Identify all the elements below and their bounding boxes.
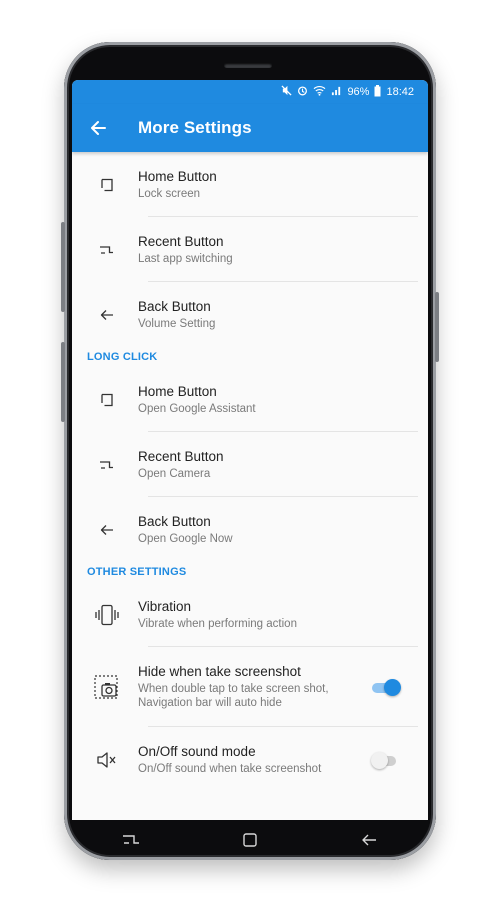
setting-title: Back Button	[138, 513, 211, 529]
phone-frame: 96% 18:42 More Settings Home Button Lock…	[61, 42, 439, 860]
recent-icon	[123, 835, 140, 844]
sound-mode-toggle[interactable]	[371, 751, 398, 769]
hide-screenshot-toggle[interactable]	[372, 679, 401, 696]
setting-subtitle: Vibrate when performing action	[138, 617, 297, 630]
setting-subtitle: On/Off sound when take screenshot	[138, 762, 322, 775]
nav-back-button[interactable]	[354, 825, 384, 855]
setting-long-home-button[interactable]: Home Button Open Google Assistant	[72, 367, 428, 432]
wifi-icon	[313, 85, 326, 99]
section-header-other-settings: OTHER SETTINGS	[87, 566, 187, 578]
back-arrow-icon	[76, 497, 138, 562]
section-header-long-click: LONG CLICK	[87, 351, 158, 363]
alarm-icon	[297, 85, 308, 99]
setting-title: Back Button	[138, 298, 211, 314]
back-arrow-button[interactable]	[88, 118, 108, 138]
setting-title: Home Button	[138, 383, 217, 399]
battery-icon	[374, 84, 381, 100]
home-square-icon	[76, 152, 138, 217]
screen: 96% 18:42 More Settings Home Button Lock…	[72, 80, 428, 820]
setting-long-recent-button[interactable]: Recent Button Open Camera	[72, 432, 428, 497]
recent-icon	[76, 217, 138, 282]
setting-title: Home Button	[138, 168, 217, 184]
navigation-bar	[72, 820, 428, 860]
clock: 18:42	[386, 86, 414, 98]
setting-sound-mode[interactable]: On/Off sound mode On/Off sound when take…	[72, 727, 428, 792]
volume-key	[61, 222, 65, 312]
settings-list: Home Button Lock screen Recent Button La…	[72, 152, 428, 792]
setting-subtitle: Open Camera	[138, 467, 211, 480]
signal-icon	[331, 85, 342, 99]
home-square-icon	[76, 367, 138, 432]
home-square-icon	[243, 833, 257, 847]
setting-subtitle: Volume Setting	[138, 317, 216, 330]
setting-subtitle: Open Google Assistant	[138, 402, 256, 415]
setting-long-back-button[interactable]: Back Button Open Google Now	[72, 497, 428, 562]
nav-home-button[interactable]	[235, 825, 265, 855]
setting-title: Recent Button	[138, 448, 224, 464]
status-bar: 96% 18:42	[72, 80, 428, 104]
mute-icon	[76, 727, 138, 792]
setting-subtitle: Open Google Now	[138, 532, 233, 545]
vibration-icon	[76, 582, 138, 647]
setting-subtitle: Lock screen	[138, 187, 201, 200]
arrow-left-icon	[91, 121, 106, 135]
setting-vibration[interactable]: Vibration Vibrate when performing action	[72, 582, 428, 647]
setting-subtitle: When double tap to take screen shot, Nav…	[138, 683, 329, 709]
setting-title: Recent Button	[138, 233, 224, 249]
app-bar: More Settings	[72, 104, 428, 152]
setting-home-button[interactable]: Home Button Lock screen	[72, 152, 428, 217]
setting-subtitle: Last app switching	[138, 252, 233, 265]
earpiece-speaker	[224, 63, 272, 68]
mute-status-icon	[281, 85, 292, 99]
bixby-key	[61, 342, 65, 422]
setting-title: On/Off sound mode	[138, 743, 256, 759]
nav-recent-button[interactable]	[116, 825, 146, 855]
setting-back-button[interactable]: Back Button Volume Setting	[72, 282, 428, 347]
power-key	[435, 292, 439, 362]
page-title: More Settings	[138, 118, 252, 137]
back-arrow-icon	[361, 834, 376, 846]
setting-hide-when-screenshot[interactable]: Hide when take screenshot When double ta…	[72, 647, 428, 727]
back-arrow-icon	[76, 282, 138, 347]
setting-title: Vibration	[138, 598, 192, 614]
recent-icon	[76, 432, 138, 497]
battery-percent: 96%	[347, 86, 370, 98]
screenshot-icon	[76, 647, 138, 727]
setting-recent-button[interactable]: Recent Button Last app switching	[72, 217, 428, 282]
setting-title: Hide when take screenshot	[138, 664, 301, 679]
